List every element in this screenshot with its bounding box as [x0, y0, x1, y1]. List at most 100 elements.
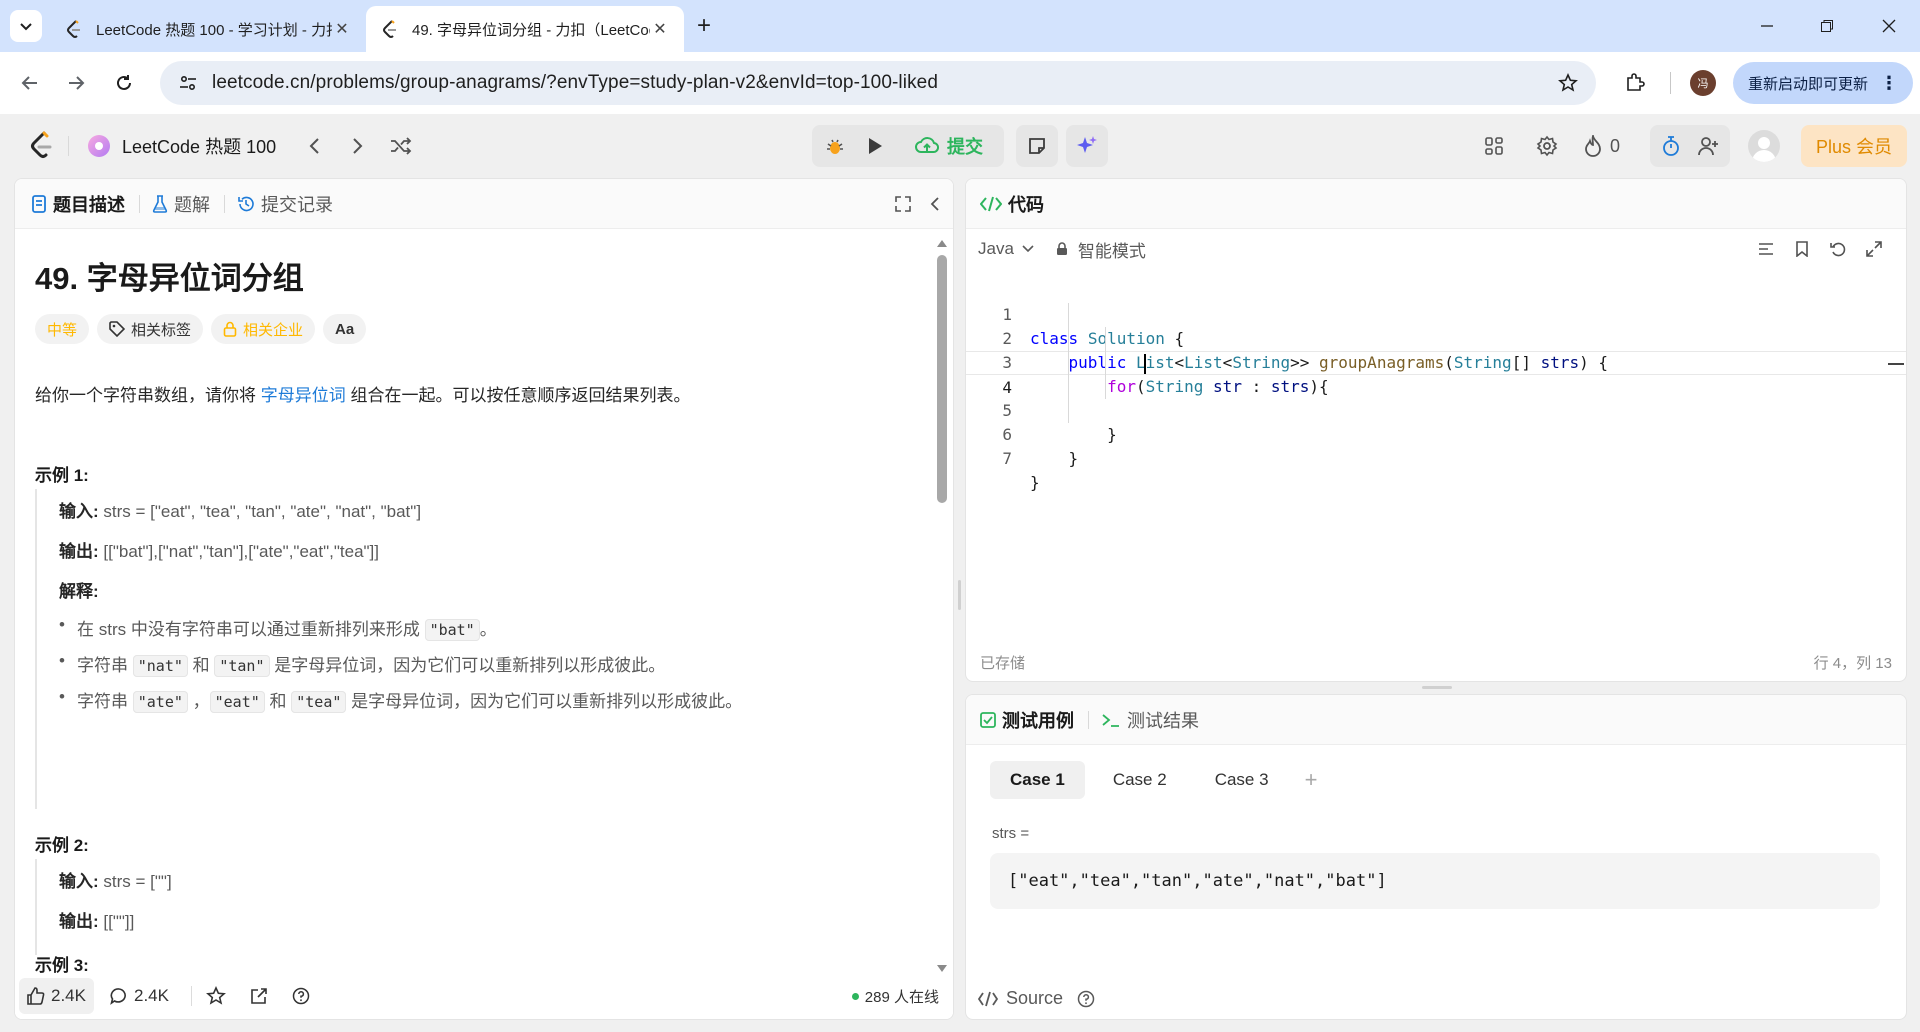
online-count: 289 人在线 — [864, 988, 939, 1006]
companies-tag-button[interactable]: 相关企业 — [211, 314, 316, 344]
random-problem-button[interactable] — [386, 130, 416, 162]
browser-toolbar: leetcode.cn/problems/group-anagrams/?env… — [0, 52, 1920, 114]
notes-button[interactable] — [1016, 125, 1058, 167]
description-scrollbar[interactable] — [935, 231, 949, 975]
settings-button[interactable] — [1531, 130, 1563, 162]
reset-code-button[interactable] — [1826, 237, 1850, 261]
tab-description[interactable]: 题目描述 — [31, 191, 125, 217]
case-3-tab[interactable]: Case 3 — [1195, 761, 1289, 799]
editor-resize-handle[interactable] — [1422, 686, 1452, 689]
site-info-icon[interactable] — [178, 73, 198, 93]
note-icon — [1029, 138, 1045, 154]
tab-search-button[interactable] — [10, 10, 42, 42]
case-1-tab[interactable]: Case 1 — [990, 761, 1085, 799]
forward-button[interactable] — [58, 65, 94, 101]
help-button[interactable] — [284, 978, 318, 1014]
panel-resize-handle[interactable] — [958, 580, 961, 610]
close-window-button[interactable] — [1874, 12, 1904, 40]
submit-button[interactable]: 提交 — [900, 130, 998, 162]
bookmark-button[interactable] — [1790, 237, 1814, 261]
problem-footer: 2.4K 2.4K 289 人在线 — [15, 973, 953, 1019]
bug-icon — [827, 139, 843, 154]
back-button[interactable] — [12, 65, 48, 101]
browser-tab-strip: LeetCode 热题 100 - 学习计划 - 力扣 ✕ 49. 字母异位词分… — [0, 0, 1920, 52]
example-1-input: 输入: strs = ["eat", "tea", "tan", "ate", … — [59, 497, 421, 522]
case-2-tab[interactable]: Case 2 — [1093, 761, 1187, 799]
study-plan-link[interactable]: LeetCode 热题 100 — [88, 128, 276, 164]
close-tab-icon[interactable]: ✕ — [332, 19, 352, 39]
favorite-button[interactable] — [198, 978, 234, 1014]
streak-counter[interactable]: 0 — [1584, 130, 1620, 162]
code-icon — [980, 196, 1002, 212]
comments-button[interactable]: 2.4K — [102, 978, 177, 1014]
code-line: 6 } — [966, 399, 1906, 468]
explanation-bullet: 字符串 "ate" ，"eat" 和 "tea" 是字母异位词，因为它们可以重新… — [59, 687, 742, 713]
plus-membership-button[interactable]: Plus 会员 — [1801, 125, 1907, 167]
layout-button[interactable] — [1478, 130, 1510, 162]
prev-problem-button[interactable] — [300, 130, 328, 162]
expand-editor-button[interactable] — [1862, 237, 1886, 261]
anagram-link[interactable]: 字母异位词 — [261, 386, 346, 405]
restore-window-button[interactable] — [1812, 12, 1842, 40]
code-line-text: } — [1030, 449, 1079, 468]
like-button[interactable]: 2.4K — [19, 978, 94, 1014]
profile-avatar[interactable]: 冯 — [1690, 70, 1716, 96]
tab-solutions[interactable]: 题解 — [152, 191, 210, 217]
new-tab-button[interactable]: + — [688, 10, 720, 42]
add-case-button[interactable]: + — [1297, 761, 1326, 799]
next-problem-button[interactable] — [344, 130, 372, 162]
case-label: Case 2 — [1112, 770, 1167, 789]
problem-tags: 中等 相关标签 相关企业 Aa — [35, 314, 374, 344]
example-1-output: 输出: [["bat"],["nat","tan"],["ate","eat",… — [59, 537, 379, 562]
tab-solutions-label: 题解 — [174, 194, 210, 215]
fullscreen-button[interactable] — [891, 192, 915, 216]
collapse-panel-button[interactable] — [925, 192, 945, 216]
example-2-output: 输出: [[""]] — [59, 907, 134, 932]
relaunch-to-update-button[interactable]: 重新启动即可更新 ⋮ — [1733, 62, 1913, 104]
streak-count: 0 — [1610, 135, 1621, 156]
code-line: 2 public List<List<String>> groupAnagram… — [966, 303, 1906, 372]
tab-code[interactable]: 代码 — [980, 191, 1044, 217]
lock-icon — [1056, 242, 1067, 255]
reload-button[interactable] — [106, 65, 142, 101]
smart-mode-toggle[interactable]: 智能模式 — [1056, 237, 1146, 262]
leetcode-logo[interactable] — [26, 130, 58, 162]
tab-testcases[interactable]: 测试用例 — [980, 707, 1074, 733]
close-tab-icon[interactable]: ✕ — [650, 19, 670, 39]
browser-tab-study-plan[interactable]: LeetCode 热题 100 - 学习计划 - 力扣 ✕ — [50, 6, 366, 52]
language-select[interactable]: Java — [978, 239, 1034, 259]
scroll-up-icon — [937, 240, 947, 247]
share-button[interactable] — [242, 978, 276, 1014]
tab-test-results[interactable]: 测试结果 — [1101, 707, 1199, 733]
scrollbar-thumb[interactable] — [937, 255, 947, 503]
testcase-input-field[interactable]: ["eat","tea","tan","ate","nat","bat"] — [990, 853, 1880, 909]
input-label: 输入: — [59, 502, 99, 521]
tab-submissions[interactable]: 提交记录 — [237, 191, 333, 217]
timer-button[interactable] — [1654, 130, 1688, 162]
minimize-window-button[interactable] — [1752, 12, 1782, 40]
address-bar[interactable]: leetcode.cn/problems/group-anagrams/?env… — [160, 61, 1596, 105]
timer-group — [1650, 125, 1730, 167]
run-button[interactable] — [858, 130, 892, 162]
invite-button[interactable] — [1692, 130, 1726, 162]
stopwatch-icon — [1663, 136, 1679, 156]
inline-code: "tea" — [291, 691, 347, 713]
translate-button[interactable]: Aa — [323, 314, 367, 344]
ai-assistant-button[interactable] — [1066, 125, 1108, 167]
document-icon — [31, 194, 47, 213]
example-1-block: 输入: strs = ["eat", "tea", "tan", "ate", … — [35, 489, 915, 809]
lock-icon — [223, 321, 237, 337]
topics-tag-button[interactable]: 相关标签 — [97, 314, 204, 344]
source-label: Source — [1006, 988, 1064, 1008]
extensions-button[interactable] — [1618, 66, 1652, 100]
code-line: 5 } — [966, 375, 1906, 444]
debug-button[interactable] — [818, 130, 852, 162]
source-toggle[interactable]: Source — [978, 988, 1095, 1009]
browser-tab-group-anagrams[interactable]: 49. 字母异位词分组 - 力扣（LeetCode） ✕ — [366, 6, 684, 52]
share-icon — [251, 988, 267, 1004]
format-code-button[interactable] — [1754, 237, 1778, 261]
cursor-position: 行 4，列 13 — [1813, 654, 1892, 672]
bookmark-star-icon[interactable] — [1558, 73, 1578, 93]
user-avatar[interactable] — [1748, 130, 1780, 162]
help-circle-icon[interactable] — [1077, 990, 1095, 1008]
